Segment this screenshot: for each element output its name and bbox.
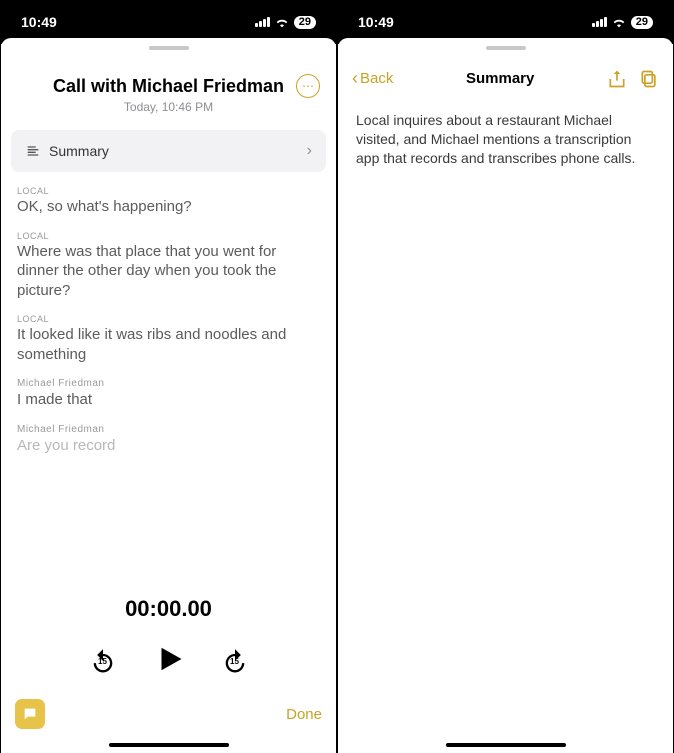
transcript-speaker: LOCAL	[17, 186, 320, 196]
play-button[interactable]	[154, 644, 184, 679]
skip-back-button[interactable]: 15	[88, 647, 118, 677]
back-button[interactable]: ‹ Back	[352, 68, 393, 89]
chevron-left-icon: ‹	[352, 68, 358, 89]
status-icons: 29	[255, 16, 316, 29]
status-time: 10:49	[21, 14, 57, 30]
transcript-speaker: LOCAL	[17, 314, 320, 324]
home-indicator[interactable]	[109, 743, 229, 747]
page-subtitle: Today, 10:46 PM	[1, 100, 336, 114]
playback-time: 00:00.00	[1, 596, 336, 622]
sheet: ‹ Back Summary Local inquires about a re…	[338, 38, 673, 753]
chat-button[interactable]	[15, 699, 45, 729]
page-title: Call with Michael Friedman	[41, 76, 296, 97]
nav-bar: ‹ Back Summary	[338, 58, 673, 99]
transcript-block: Michael Friedman I made that	[17, 378, 320, 410]
summary-label: Summary	[49, 143, 109, 159]
sheet-grabber[interactable]	[486, 46, 526, 50]
skip-forward-seconds: 15	[230, 657, 239, 666]
player-controls: 15 15	[1, 644, 336, 679]
transcript-text: I made that	[17, 390, 320, 410]
transcript-block: LOCAL OK, so what's happening?	[17, 186, 320, 217]
transcript-speaker: Michael Friedman	[17, 378, 320, 389]
status-icons: 29	[592, 16, 653, 29]
chevron-right-icon: ›	[307, 142, 312, 160]
transcript-block: LOCAL It looked like it was ribs and noo…	[17, 314, 320, 364]
back-label: Back	[360, 70, 393, 87]
play-icon	[154, 644, 184, 674]
cellular-icon	[592, 17, 607, 27]
skip-back-seconds: 15	[98, 657, 107, 666]
sheet-grabber[interactable]	[149, 46, 189, 50]
battery-indicator: 29	[631, 16, 653, 29]
transcript-block: LOCAL Where was that place that you went…	[17, 231, 320, 301]
summary-icon	[25, 143, 41, 159]
wifi-icon	[274, 16, 290, 28]
battery-indicator: 29	[294, 16, 316, 29]
summary-row[interactable]: Summary ›	[11, 130, 326, 172]
summary-body: Local inquires about a restaurant Michae…	[338, 99, 673, 180]
right-screen: 10:49 29 ‹ Back Summary Local inqu	[338, 0, 673, 753]
transcript-text: OK, so what's happening?	[17, 197, 320, 217]
transcript-block: Michael Friedman Are you record	[17, 424, 320, 456]
cellular-icon	[255, 17, 270, 27]
status-time: 10:49	[358, 14, 394, 30]
transcript: LOCAL OK, so what's happening? LOCAL Whe…	[1, 186, 336, 568]
wifi-icon	[611, 16, 627, 28]
home-indicator[interactable]	[446, 743, 566, 747]
transcript-speaker: Michael Friedman	[17, 424, 320, 435]
left-screen: 10:49 29 Call with Michael Friedman ⋯ To…	[1, 0, 336, 753]
transcript-text: Where was that place that you went for d…	[17, 242, 320, 301]
transcript-speaker: LOCAL	[17, 231, 320, 241]
share-icon[interactable]	[607, 69, 627, 89]
nav-title: Summary	[466, 70, 534, 87]
copy-icon[interactable]	[639, 69, 659, 89]
more-options-button[interactable]: ⋯	[296, 74, 320, 98]
skip-forward-button[interactable]: 15	[220, 647, 250, 677]
done-button[interactable]: Done	[286, 706, 322, 723]
sheet: Call with Michael Friedman ⋯ Today, 10:4…	[1, 38, 336, 753]
chat-bubble-icon	[22, 706, 38, 722]
transcript-text: It looked like it was ribs and noodles a…	[17, 325, 320, 364]
transcript-text: Are you record	[17, 436, 320, 456]
